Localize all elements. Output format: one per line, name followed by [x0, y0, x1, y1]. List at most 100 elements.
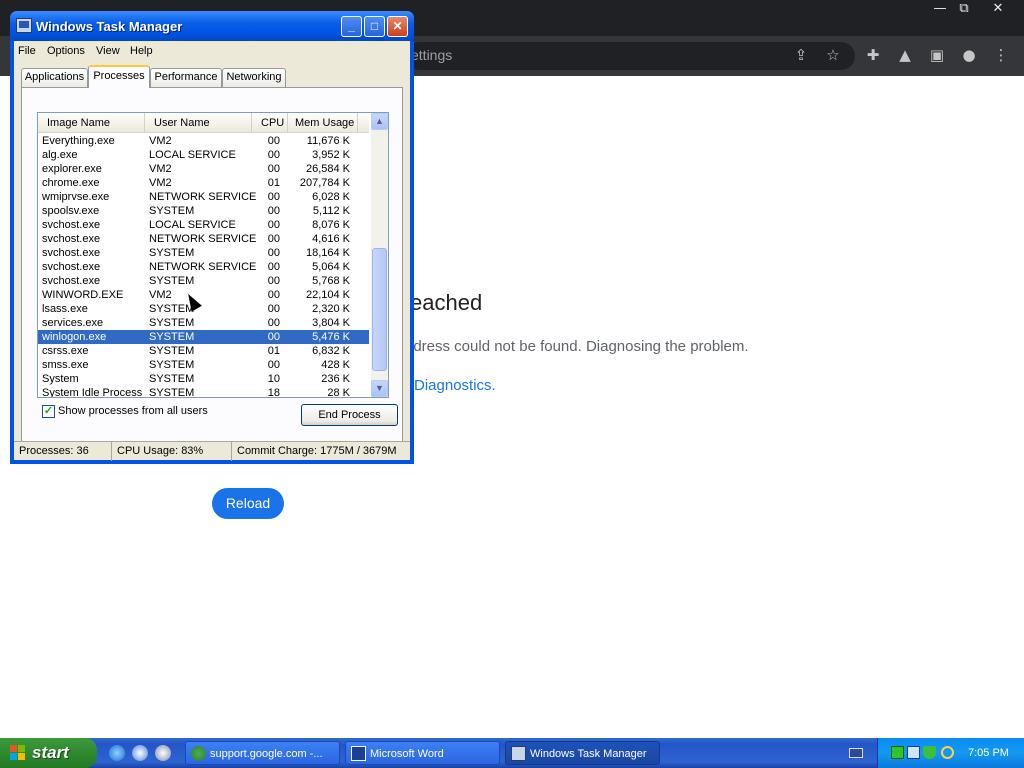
error-title: eached	[410, 290, 483, 315]
status-commit-charge: Commit Charge: 1775M / 3679M	[237, 445, 397, 457]
process-row[interactable]: System Idle Process SYSTEM 18 28 K	[38, 386, 369, 398]
process-cpu: 00	[267, 233, 280, 245]
column-mem-usage[interactable]: Mem Usage	[288, 113, 358, 133]
process-cpu: 01	[267, 177, 280, 189]
column-user-name[interactable]: User Name	[145, 113, 252, 133]
process-row[interactable]: svchost.exe NETWORK SERVICE 00 5,064 K	[38, 260, 369, 274]
scroll-up-button[interactable]: ▲	[371, 113, 388, 130]
process-row[interactable]: alg.exe LOCAL SERVICE 00 3,952 K	[38, 148, 369, 162]
process-name: svchost.exe	[42, 247, 101, 259]
menu-options[interactable]: Options	[47, 44, 85, 58]
process-user: VM2	[149, 135, 172, 147]
sidepanel-icon[interactable]: ▣	[925, 44, 949, 66]
menu-icon[interactable]: ⋮	[989, 44, 1013, 66]
process-cpu: 00	[267, 331, 280, 343]
firefox-icon[interactable]	[155, 745, 171, 761]
address-bar-text[interactable]: ettings	[411, 46, 452, 64]
process-list[interactable]: Image Name User Name CPU Mem Usage Every…	[37, 112, 389, 398]
process-row[interactable]: wmiprvse.exe NETWORK SERVICE 00 6,028 K	[38, 190, 369, 204]
tab-performance[interactable]: Performance	[150, 68, 222, 87]
tab-applications[interactable]: Applications	[21, 68, 88, 87]
tab-processes[interactable]: Processes	[88, 65, 150, 88]
menu-view[interactable]: View	[96, 44, 120, 58]
address-bar[interactable]	[405, 42, 855, 70]
monitor-icon[interactable]	[907, 746, 920, 759]
process-row[interactable]: svchost.exe LOCAL SERVICE 00 8,076 K	[38, 218, 369, 232]
process-row[interactable]: svchost.exe SYSTEM 00 18,164 K	[38, 246, 369, 260]
process-mem: 18,164 K	[305, 247, 350, 259]
status-cpu-usage: CPU Usage: 83%	[112, 442, 232, 461]
process-user: SYSTEM	[149, 317, 195, 329]
process-name: alg.exe	[42, 149, 78, 161]
search-icon[interactable]	[941, 746, 954, 759]
menu-help[interactable]: Help	[130, 44, 153, 58]
reload-button[interactable]: Reload	[212, 488, 284, 519]
process-user: VM2	[149, 289, 172, 301]
star-icon[interactable]: ☆	[821, 44, 845, 66]
process-mem: 5,476 K	[312, 331, 350, 343]
process-row[interactable]: svchost.exe NETWORK SERVICE 00 4,616 K	[38, 232, 369, 246]
taskmgr-icon	[511, 746, 526, 761]
process-row[interactable]: csrss.exe SYSTEM 01 6,832 K	[38, 344, 369, 358]
extensions-icon[interactable]: ✚	[861, 44, 885, 66]
column-image-name[interactable]: Image Name	[38, 113, 145, 133]
process-row[interactable]: smss.exe SYSTEM 00 428 K	[38, 358, 369, 372]
close-button[interactable]: ✕	[387, 16, 408, 37]
process-cpu: 00	[267, 247, 280, 259]
column-cpu[interactable]: CPU	[252, 113, 288, 133]
profile-icon[interactable]: ●	[957, 44, 981, 66]
process-row[interactable]: lsass.exe SYSTEM 00 2,320 K	[38, 302, 369, 316]
shield-icon[interactable]	[923, 746, 936, 759]
process-list-scrollbar[interactable]: ▲ ▼	[371, 113, 388, 397]
process-mem: 8,076 K	[312, 219, 350, 231]
task-manager-window: Windows Task Manager _ □ ✕ File Options …	[10, 11, 414, 464]
task-label: support.google.com -...	[210, 748, 323, 760]
process-row[interactable]: explorer.exe VM2 00 26,584 K	[38, 162, 369, 176]
browser-restore-button[interactable]: ⧉	[947, 0, 981, 18]
process-cpu: 00	[267, 191, 280, 203]
scroll-thumb[interactable]	[372, 248, 387, 371]
process-name: spoolsv.exe	[42, 205, 100, 217]
process-row[interactable]: spoolsv.exe SYSTEM 00 5,112 K	[38, 204, 369, 218]
task-button-taskmgr[interactable]: Windows Task Manager	[505, 741, 660, 765]
scroll-down-button[interactable]: ▼	[371, 380, 388, 397]
diagnostics-link[interactable]: Diagnostics.	[414, 376, 496, 396]
process-row[interactable]: svchost.exe SYSTEM 00 5,768 K	[38, 274, 369, 288]
process-row[interactable]: Everything.exe VM2 00 11,676 K	[38, 134, 369, 148]
process-user: VM2	[149, 163, 172, 175]
task-button-word[interactable]: Microsoft Word	[345, 741, 500, 765]
flask-icon[interactable]: ▲	[893, 44, 917, 66]
task-button-chrome[interactable]: support.google.com -...	[185, 741, 340, 765]
show-all-users-label[interactable]: Show processes from all users	[58, 405, 208, 418]
process-name: System	[42, 373, 79, 385]
process-row[interactable]: System SYSTEM 10 236 K	[38, 372, 369, 386]
maximize-button[interactable]: □	[364, 16, 385, 37]
status-processes: Processes: 36	[14, 442, 112, 461]
keyboard-icon[interactable]	[849, 748, 863, 758]
process-name: csrss.exe	[42, 345, 89, 357]
share-icon[interactable]: ⇪	[789, 44, 813, 66]
chrome-icon	[191, 746, 206, 761]
ie-icon[interactable]	[109, 745, 125, 761]
process-row[interactable]: services.exe SYSTEM 00 3,804 K	[38, 316, 369, 330]
word-icon	[351, 746, 366, 761]
process-mem: 5,768 K	[312, 275, 350, 287]
process-row[interactable]: WINWORD.EXE VM2 00 22,104 K	[38, 288, 369, 302]
minimize-button[interactable]: _	[341, 16, 362, 37]
show-all-users-checkbox[interactable]: ✓	[42, 405, 55, 418]
end-process-button[interactable]: End Process	[301, 404, 398, 426]
task-manager-titlebar[interactable]: Windows Task Manager _ □ ✕	[10, 11, 414, 41]
process-cpu: 10	[267, 373, 280, 385]
process-name: System Idle Process	[42, 387, 143, 398]
process-row[interactable]: winlogon.exe SYSTEM 00 5,476 K	[38, 330, 369, 344]
process-user: NETWORK SERVICE	[149, 233, 257, 245]
tab-networking[interactable]: Networking	[222, 68, 286, 87]
process-row[interactable]: chrome.exe VM2 01 207,784 K	[38, 176, 369, 190]
process-cpu: 00	[267, 317, 280, 329]
start-button[interactable]: start	[0, 738, 97, 768]
menu-file[interactable]: File	[18, 44, 36, 58]
network-icon[interactable]	[891, 746, 904, 759]
media-icon[interactable]	[132, 745, 148, 761]
browser-close-button[interactable]: ✕	[981, 0, 1015, 18]
start-label: start	[32, 743, 69, 762]
